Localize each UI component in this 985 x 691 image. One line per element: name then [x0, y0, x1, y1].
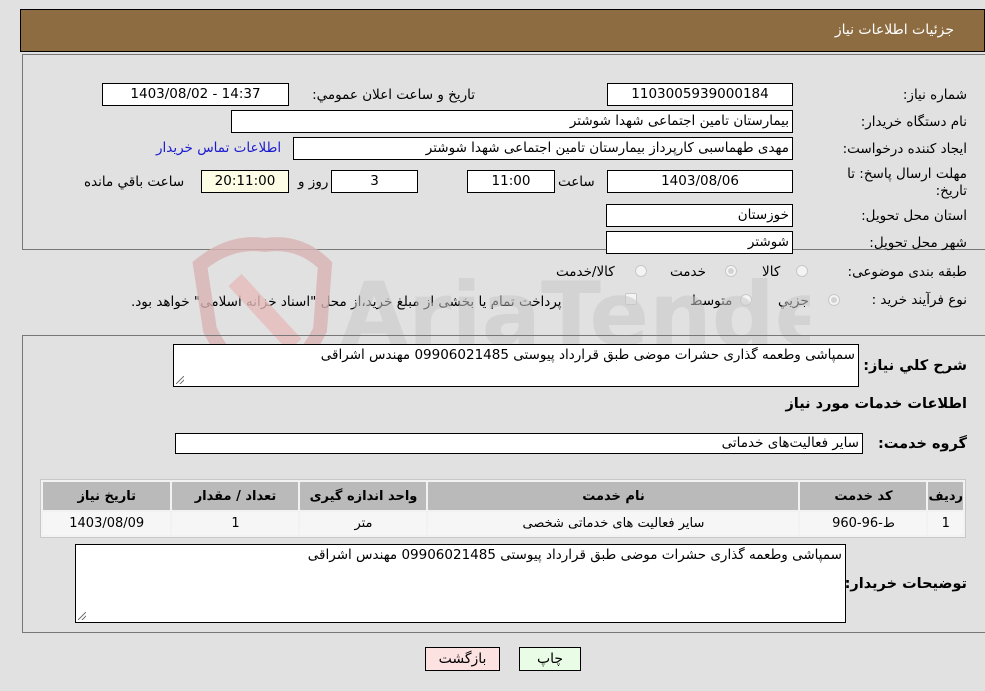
buyer-notes-label: توضیحات خریدار: [844, 576, 967, 592]
remaining-days-field[interactable]: 3 [331, 170, 418, 193]
days-label: روز و [298, 174, 329, 190]
treasury-checkbox-label: پرداخت تمام یا بخشی از مبلغ خرید،از محل … [131, 294, 562, 310]
process-option-medium: متوسط [690, 293, 733, 309]
cell-service-name: سایر فعالیت های خدماتی شخصی [428, 512, 799, 535]
back-button[interactable]: بازگشت [425, 647, 500, 671]
remaining-time-field[interactable]: 20:11:00 [201, 170, 289, 193]
cell-unit: متر [300, 512, 427, 535]
cell-need-date: 1403/08/09 [43, 512, 171, 535]
cell-quantity: 1 [172, 512, 299, 535]
summary-text: سمپاشی وطعمه گذاری حشرات موضی طبق قراردا… [320, 347, 855, 363]
remaining-time-label: ساعت باقي مانده [84, 174, 185, 190]
category-option-service: خدمت [670, 264, 706, 280]
page-header: جزئیات اطلاعات نیاز [20, 9, 985, 52]
buyer-contact-link[interactable]: اطلاعات تماس خریدار [156, 140, 281, 156]
process-radio-minor[interactable] [828, 294, 840, 306]
announce-datetime-field[interactable]: 1403/08/02 - 14:37 [102, 83, 289, 106]
resize-grip-icon[interactable] [176, 376, 184, 384]
print-button[interactable]: چاپ [519, 647, 581, 671]
resize-grip-icon[interactable] [78, 612, 86, 620]
col-header-service-code: کد خدمت [800, 482, 927, 510]
service-group-field[interactable]: سایر فعالیت‌های خدماتی [175, 433, 863, 454]
delivery-province-label: استان محل تحویل: [861, 208, 967, 224]
col-header-quantity: تعداد / مقدار [172, 482, 299, 510]
category-radio-goods[interactable] [796, 265, 808, 277]
table-row: 1 ط-96-960 سایر فعالیت های خدماتی شخصی م… [43, 512, 963, 535]
deadline-label: مهلت ارسال پاسخ: تا تاریخ: [847, 166, 967, 199]
process-radio-medium[interactable] [740, 294, 752, 306]
requester-field[interactable]: مهدی طهماسبی کارپرداز بیمارستان تامین اج… [293, 137, 793, 160]
buyer-notes-textarea[interactable]: سمپاشی وطعمه گذاری حشرات موضی طبق قراردا… [75, 544, 846, 623]
buyer-org-field[interactable]: بیمارستان تامین اجتماعی شهدا شوشتر [231, 110, 793, 133]
cell-row-number: 1 [928, 512, 963, 535]
purchase-process-label: نوع فرآیند خرید : [871, 292, 967, 308]
summary-label: شرح کلي نیاز: [863, 358, 967, 374]
process-option-minor: جزیي [778, 293, 809, 309]
services-section-title: اطلاعات خدمات مورد نیاز [785, 396, 967, 412]
need-number-label: شماره نیاز: [902, 87, 967, 103]
table-header-row: ردیف کد خدمت نام خدمت واحد اندازه گیری ت… [43, 482, 963, 510]
buyer-notes-text: سمپاشی وطعمه گذاری حشرات موضی طبق قراردا… [307, 547, 842, 563]
delivery-province-field[interactable]: خوزستان [606, 204, 793, 227]
category-radio-service[interactable] [725, 265, 737, 277]
category-option-goods: کالا [762, 264, 781, 280]
service-group-label: گروه خدمت: [877, 436, 967, 452]
deadline-time-label: ساعت [558, 174, 595, 190]
buyer-org-label: نام دستگاه خریدار: [860, 114, 967, 130]
deadline-time-field[interactable]: 11:00 [467, 170, 555, 193]
category-label: طبقه بندی موضوعی: [847, 264, 967, 280]
col-header-row-number: ردیف [928, 482, 963, 510]
col-header-service-name: نام خدمت [428, 482, 799, 510]
delivery-city-field[interactable]: شوشتر [606, 231, 793, 254]
category-option-goods-service: کالا/خدمت [556, 264, 615, 280]
page-title: جزئیات اطلاعات نیاز [834, 22, 954, 38]
col-header-unit: واحد اندازه گیری [300, 482, 427, 510]
delivery-city-label: شهر محل تحویل: [869, 235, 967, 251]
col-header-need-date: تاریخ نیاز [43, 482, 171, 510]
treasury-checkbox[interactable] [625, 293, 637, 305]
requester-label: ایجاد کننده درخواست: [842, 141, 967, 157]
category-radio-goods-service[interactable] [635, 265, 647, 277]
cell-service-code: ط-96-960 [800, 512, 927, 535]
need-number-field[interactable]: 1103005939000184 [607, 83, 793, 106]
deadline-date-field[interactable]: 1403/08/06 [607, 170, 793, 193]
services-table: ردیف کد خدمت نام خدمت واحد اندازه گیری ت… [40, 479, 966, 538]
summary-textarea[interactable]: سمپاشی وطعمه گذاری حشرات موضی طبق قراردا… [173, 344, 859, 387]
announce-datetime-label: تاریخ و ساعت اعلان عمومي: [312, 87, 475, 103]
